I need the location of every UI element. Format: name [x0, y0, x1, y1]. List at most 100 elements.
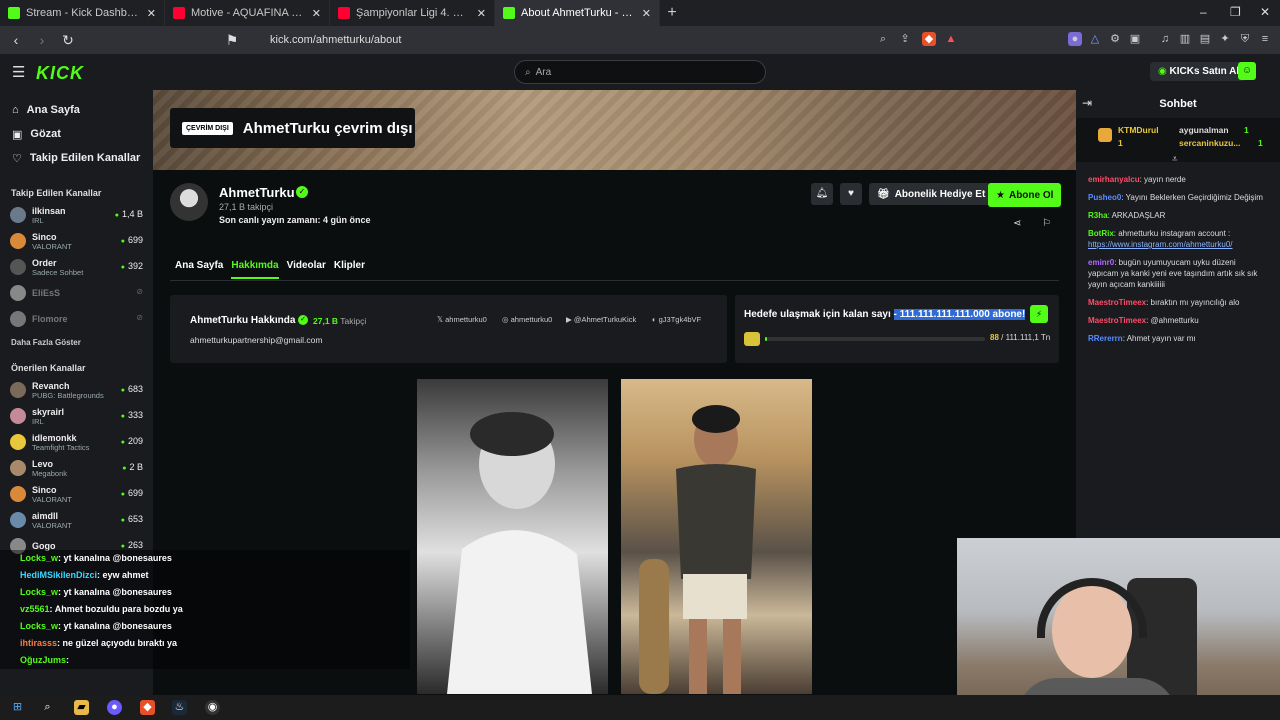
follower-count: 27,1 B takipçi: [219, 202, 274, 212]
chat-username[interactable]: RRererrn: [1088, 334, 1123, 343]
follow-button[interactable]: ♥: [840, 183, 862, 205]
leader-name: aygunalman: [1179, 125, 1229, 135]
expand-leaderboard-icon[interactable]: ⩡: [1172, 154, 1178, 165]
app-icon[interactable]: ●: [107, 700, 122, 715]
overlay-chat-user: ihtirasss: [20, 638, 58, 648]
close-tab-icon[interactable]: ✕: [312, 7, 321, 20]
minimize-icon[interactable]: –: [1200, 5, 1207, 19]
sidebar-channel[interactable]: aimdllVALORANT 653: [0, 507, 153, 533]
channel-avatar[interactable]: [170, 183, 208, 221]
about-photo[interactable]: [417, 379, 608, 694]
sidebar-channel[interactable]: ilkinsanIRL 1,4 B: [0, 202, 153, 228]
channel-avatar: [10, 460, 26, 476]
sidebar-channel[interactable]: RevanchPUBG: Battlegrounds 683: [0, 377, 153, 403]
url-field[interactable]: kick.com/ahmetturku/about: [245, 29, 965, 51]
channel-name: AhmetTurku: [219, 185, 295, 200]
nav-label: Takip Edilen Kanallar: [29, 152, 141, 164]
youtube-link[interactable]: ▶ @AhmetTurkuKick: [566, 315, 636, 324]
brave-shield-icon[interactable]: ◆: [922, 32, 936, 46]
browser-tab-active[interactable]: About AhmetTurku - Watch Live ✕: [495, 0, 660, 26]
sidebar-channel[interactable]: LevoMegabonk 2 B: [0, 455, 153, 481]
photo-teen-image: [639, 405, 756, 694]
subscribe-label: Abone Ol: [1008, 189, 1054, 201]
ai-icon[interactable]: ✦: [1218, 32, 1232, 46]
report-icon[interactable]: ⚐: [1042, 218, 1051, 229]
obs-icon[interactable]: ◉: [205, 700, 220, 715]
gift-sub-button[interactable]: 🎁︎ Abonelik Hediye Et: [869, 183, 994, 205]
extension-icon[interactable]: △: [1088, 32, 1102, 46]
share-icon[interactable]: ⋖: [1013, 218, 1021, 229]
forward-icon[interactable]: ›: [32, 32, 52, 48]
chat-link[interactable]: https://www.instagram.com/ahmetturku0/: [1088, 240, 1233, 249]
tab-home[interactable]: Ana Sayfa: [175, 260, 223, 279]
browser-tab[interactable]: Motive - AQUAFINA (Official Music V ✕: [165, 0, 330, 26]
menu-icon[interactable]: ≡: [1258, 32, 1272, 46]
sidebar-channel[interactable]: idlemonkkTeamfight Tactics 209: [0, 429, 153, 455]
chat-username[interactable]: Pusheo0: [1088, 193, 1121, 202]
zoom-icon[interactable]: ⌕: [876, 32, 890, 46]
instagram-link[interactable]: ◎ ahmetturku0: [502, 315, 552, 324]
tab-videos[interactable]: Videolar: [287, 260, 326, 279]
sidebar-channel[interactable]: SincoVALORANT 699: [0, 481, 153, 507]
steam-icon[interactable]: ♨: [172, 700, 187, 715]
tab-clips[interactable]: Klipler: [334, 260, 365, 279]
chat-username[interactable]: MaestroTimeex: [1088, 298, 1146, 307]
extension-icon[interactable]: ⚙: [1108, 32, 1122, 46]
kick-logo[interactable]: KICK: [36, 63, 84, 84]
user-avatar[interactable]: ☺: [1238, 62, 1256, 80]
chat-username[interactable]: R3ha: [1088, 211, 1108, 220]
viewer-count: 263: [121, 540, 143, 550]
chat-username[interactable]: BotRix: [1088, 229, 1114, 238]
brave-browser-icon[interactable]: ◆: [140, 700, 155, 715]
back-icon[interactable]: ‹: [6, 32, 26, 48]
browser-tab[interactable]: Stream - Kick Dashboard ✕: [0, 0, 165, 26]
wallet-icon[interactable]: ▤: [1198, 32, 1212, 46]
music-icon[interactable]: ♫: [1158, 32, 1172, 46]
nav-browse[interactable]: ▣ Gözat: [0, 122, 153, 146]
sidebar-channel[interactable]: SincoVALORANT 699: [0, 228, 153, 254]
close-tab-icon[interactable]: ✕: [147, 7, 156, 20]
browser-tab[interactable]: Şampiyonlar Ligi 4. Hafta | Ajax - Gal ✕: [330, 0, 495, 26]
maximize-icon[interactable]: ❐: [1230, 5, 1241, 19]
extension-icon[interactable]: ●: [1068, 32, 1082, 46]
new-tab-button[interactable]: +: [660, 4, 684, 22]
buy-kicks-button[interactable]: ◉ KICKs Satın Al: [1150, 62, 1248, 81]
sidebar-channel[interactable]: OrderSadece Sohbet 392: [0, 254, 153, 280]
sidebar-channel[interactable]: EliEsS ⊘: [0, 280, 153, 306]
goal-text: Hedefe ulaşmak için kalan sayı - 111.111…: [744, 309, 1026, 320]
vpn-icon[interactable]: ⛨: [1238, 32, 1252, 46]
chat-username[interactable]: MaestroTimeex: [1088, 316, 1146, 325]
close-tab-icon[interactable]: ✕: [642, 7, 651, 20]
show-more-button[interactable]: Daha Fazla Göster: [0, 338, 153, 347]
subscribe-button[interactable]: ★ Abone Ol: [988, 183, 1062, 207]
about-photo[interactable]: [621, 379, 812, 694]
chat-message: MaestroTimeex: bıraktın mı yayıncılığı a…: [1088, 297, 1268, 308]
hamburger-menu-icon[interactable]: ☰: [12, 63, 25, 81]
search-input[interactable]: ⌕ Ara: [514, 60, 766, 84]
close-window-icon[interactable]: ✕: [1260, 5, 1270, 19]
search-icon[interactable]: ⌕: [40, 700, 55, 715]
nav-following[interactable]: ♡ Takip Edilen Kanallar: [0, 146, 153, 170]
discord-link[interactable]: ◐ gJ3Tgk4bVF: [652, 315, 701, 324]
x-link[interactable]: 𝕏 ahmetturku0: [437, 315, 487, 324]
sidebar-channel[interactable]: skyrairlIRL 333: [0, 403, 153, 429]
file-explorer-icon[interactable]: ▰: [74, 700, 89, 715]
reload-icon[interactable]: ↻: [58, 32, 78, 49]
overlay-chat-text: : ne güzel açıyodu bıraktı ya: [57, 638, 178, 648]
notification-bell-button[interactable]: 🔔︎: [811, 183, 833, 205]
nav-home[interactable]: ⌂ Ana Sayfa: [0, 98, 153, 122]
tab-about[interactable]: Hakkımda: [231, 260, 279, 279]
goal-zap-button[interactable]: ⚡︎: [1030, 305, 1048, 323]
rewards-icon[interactable]: ▲: [944, 32, 958, 46]
bookmark-icon[interactable]: ⚑: [222, 32, 242, 49]
windows-start-icon[interactable]: ⊞: [10, 700, 25, 715]
sidebar-channel[interactable]: Flomore ⊘: [0, 306, 153, 332]
share-icon[interactable]: ⇪: [898, 32, 912, 46]
chat-username[interactable]: eminr0: [1088, 258, 1114, 267]
overlay-chat-line: vz5561: Ahmet bozuldu para bozdu ya: [0, 601, 410, 618]
channel-tabs: Ana Sayfa Hakkımda Videolar Klipler: [175, 260, 365, 279]
chat-username[interactable]: emirhanyalcu: [1088, 175, 1140, 184]
extension-icon[interactable]: ▣: [1128, 32, 1142, 46]
sidebar-icon[interactable]: ▥: [1178, 32, 1192, 46]
close-tab-icon[interactable]: ✕: [477, 7, 486, 20]
